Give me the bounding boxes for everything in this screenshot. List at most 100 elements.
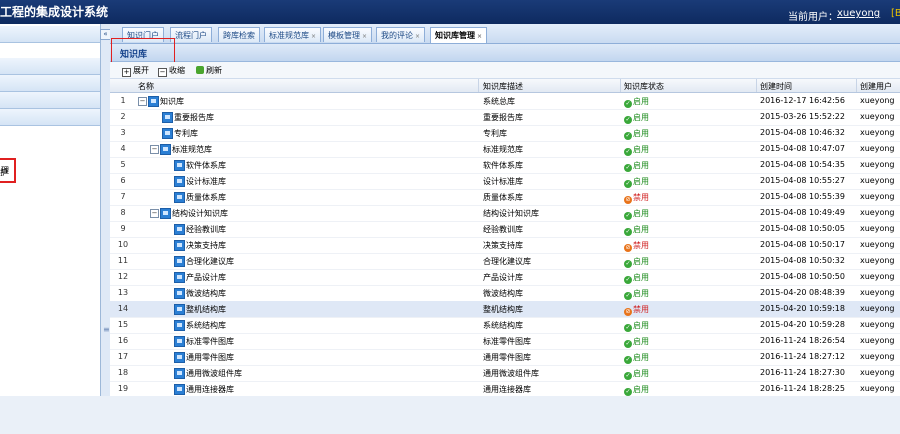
- tab-cross-search[interactable]: 跨库检索: [218, 27, 260, 42]
- kb-name[interactable]: 标准零件图库: [186, 336, 234, 347]
- user-extra-link[interactable]: [B: [891, 8, 900, 19]
- folder-icon: [174, 272, 185, 283]
- left-nav-section[interactable]: [0, 26, 100, 43]
- kb-status-label: 启用: [633, 113, 649, 122]
- col-header-name[interactable]: 名称: [138, 81, 154, 92]
- table-row[interactable]: 8 − 结构设计知识库 结构设计知识库 ✓ 启用 2015-04-08 10:49:49 xu…: [110, 205, 900, 222]
- kb-status: ✓ 启用: [624, 128, 649, 140]
- kb-description: 微波结构库: [483, 289, 523, 298]
- kb-name[interactable]: 决策支持库: [186, 240, 226, 251]
- col-header-status[interactable]: 知识库状态: [624, 81, 664, 92]
- left-nav-section[interactable]: [0, 58, 100, 75]
- kb-description: 决策支持库: [483, 241, 523, 250]
- kb-name[interactable]: 合理化建议库: [186, 256, 234, 267]
- table-row[interactable]: 2 重要报告库 重要报告库 ✓ 启用 2015-03-26 15:52:22 xueyong: [110, 109, 900, 126]
- kb-name[interactable]: 专利库: [174, 128, 198, 139]
- kb-name[interactable]: 重要报告库: [174, 112, 214, 123]
- col-header-time[interactable]: 创建时间: [760, 81, 792, 92]
- kb-status: ✓ 启用: [624, 288, 649, 300]
- bottom-area: [0, 396, 900, 434]
- kb-name[interactable]: 设计标准库: [186, 176, 226, 187]
- kb-description: 标准零件图库: [483, 337, 531, 346]
- col-header-user[interactable]: 创建用户: [860, 81, 892, 92]
- table-row[interactable]: 1 − 知识库 系统总库 ✓ 启用 2016-12-17 16:42:56 xueyong: [110, 93, 900, 110]
- table-row[interactable]: 3 专利库 专利库 ✓ 启用 2015-04-08 10:46:32 xueyong: [110, 125, 900, 142]
- tree-toggle-icon[interactable]: −: [138, 97, 147, 106]
- refresh-button[interactable]: 刷新: [196, 65, 222, 76]
- kb-created-time: 2015-04-08 10:54:35: [760, 160, 845, 169]
- kb-status-label: 禁用: [633, 241, 649, 250]
- kb-name[interactable]: 通用零件图库: [186, 352, 234, 363]
- kb-name[interactable]: 通用连接器库: [186, 384, 234, 395]
- kb-name[interactable]: 软件体系库: [186, 160, 226, 171]
- kb-created-user: xueyong: [860, 288, 895, 297]
- kb-name[interactable]: 通用微波组件库: [186, 368, 242, 379]
- tab-close-icon[interactable]: ×: [311, 33, 316, 40]
- kb-created-time: 2015-04-20 10:59:28: [760, 320, 845, 329]
- left-nav-section[interactable]: [0, 92, 100, 109]
- left-nav-section[interactable]: [0, 75, 100, 92]
- tab-knowledge-base-management[interactable]: 知识库管理 ×: [430, 27, 488, 43]
- tab-close-icon[interactable]: ×: [477, 33, 482, 40]
- kb-name[interactable]: 系统结构库: [186, 320, 226, 331]
- kb-status: ✓ 启用: [624, 320, 649, 332]
- kb-name[interactable]: 整机结构库: [186, 304, 226, 315]
- expand-button[interactable]: + 展开: [122, 65, 149, 77]
- tree-toggle-icon[interactable]: −: [150, 209, 159, 218]
- tab-close-icon[interactable]: ×: [362, 33, 367, 40]
- enabled-icon: ✓: [624, 116, 632, 124]
- kb-name[interactable]: 标准规范库: [172, 144, 212, 155]
- table-row[interactable]: 15 系统结构库 系统结构库 ✓ 启用 2015-04-20 10:59:28 xueyon…: [110, 317, 900, 334]
- kb-created-user: xueyong: [860, 272, 895, 281]
- row-number: 2: [120, 112, 126, 121]
- tab-my-comments[interactable]: 我的评论 ×: [376, 27, 426, 42]
- table-row[interactable]: 4 − 标准规范库 标准规范库 ✓ 启用 2015-04-08 10:47:07 xueyon…: [110, 141, 900, 158]
- kb-name[interactable]: 经验教训库: [186, 224, 226, 235]
- row-number: 14: [117, 304, 129, 313]
- kb-description: 设计标准库: [483, 177, 523, 186]
- kb-created-user: xueyong: [860, 352, 895, 361]
- current-user-link[interactable]: xueyong: [837, 8, 880, 19]
- tab-process-portal[interactable]: 流程门户: [170, 27, 212, 42]
- row-number: 1: [120, 96, 126, 105]
- kb-status-label: 启用: [633, 385, 649, 394]
- col-header-desc[interactable]: 知识库描述: [483, 81, 523, 92]
- kb-name[interactable]: 质量体系库: [186, 192, 226, 203]
- kb-name[interactable]: 产品设计库: [186, 272, 226, 283]
- table-row[interactable]: 17 通用零件图库 通用零件图库 ✓ 启用 2016-11-24 18:27:12 xuey…: [110, 349, 900, 366]
- tab-standards-library[interactable]: 标准规范库 ×: [264, 27, 322, 42]
- kb-name[interactable]: 微波结构库: [186, 288, 226, 299]
- kb-status-label: 启用: [633, 177, 649, 186]
- left-nav-item[interactable]: 护: [0, 167, 8, 178]
- table-row[interactable]: 6 设计标准库 设计标准库 ✓ 启用 2015-04-08 10:55:27 xueyong: [110, 173, 900, 190]
- table-row[interactable]: 18 通用微波组件库 通用微波组件库 ✓ 启用 2016-11-24 18:27:30 xu…: [110, 365, 900, 382]
- table-row[interactable]: 9 经验教训库 经验教训库 ✓ 启用 2015-04-08 10:50:05 xueyong: [110, 221, 900, 238]
- table-row[interactable]: 13 微波结构库 微波结构库 ✓ 启用 2015-04-20 08:48:39 xueyon…: [110, 285, 900, 302]
- kb-created-user: xueyong: [860, 224, 895, 233]
- enabled-icon: ✓: [624, 372, 632, 380]
- kb-name[interactable]: 知识库: [160, 96, 184, 107]
- enabled-icon: ✓: [624, 148, 632, 156]
- tab-template-management[interactable]: 模板管理 ×: [323, 27, 373, 42]
- enabled-icon: ✓: [624, 212, 632, 220]
- table-row[interactable]: 12 产品设计库 产品设计库 ✓ 启用 2015-04-08 10:50:50 xueyon…: [110, 269, 900, 286]
- tree-toggle-icon[interactable]: −: [150, 145, 159, 154]
- collapse-button[interactable]: − 收缩: [158, 65, 185, 77]
- table-row[interactable]: 16 标准零件图库 标准零件图库 ✓ 启用 2016-11-24 18:26:54 xuey…: [110, 333, 900, 350]
- folder-icon: [162, 112, 173, 123]
- kb-created-user: xueyong: [860, 176, 895, 185]
- table-row[interactable]: 14 整机结构库 整机结构库 ⊘ 禁用 2015-04-20 10:59:18 xueyon…: [110, 301, 900, 318]
- folder-icon: [174, 384, 185, 395]
- kb-status: ✓ 启用: [624, 272, 649, 284]
- kb-name[interactable]: 结构设计知识库: [172, 208, 228, 219]
- left-nav-section[interactable]: [0, 109, 100, 126]
- tab-close-icon[interactable]: ×: [415, 33, 420, 40]
- splitter-grip-icon[interactable]: ≡: [103, 325, 110, 334]
- table-row[interactable]: 10 决策支持库 决策支持库 ⊘ 禁用 2015-04-08 10:50:17 xueyon…: [110, 237, 900, 254]
- table-row[interactable]: 7 质量体系库 质量体系库 ⊘ 禁用 2015-04-08 10:55:39 xueyong: [110, 189, 900, 206]
- kb-created-user: xueyong: [860, 192, 895, 201]
- table-row[interactable]: 11 合理化建议库 合理化建议库 ✓ 启用 2015-04-08 10:50:32 xuey…: [110, 253, 900, 270]
- kb-status-label: 禁用: [633, 193, 649, 202]
- kb-status: ✓ 启用: [624, 352, 649, 364]
- table-row[interactable]: 5 软件体系库 软件体系库 ✓ 启用 2015-04-08 10:54:35 xueyong: [110, 157, 900, 174]
